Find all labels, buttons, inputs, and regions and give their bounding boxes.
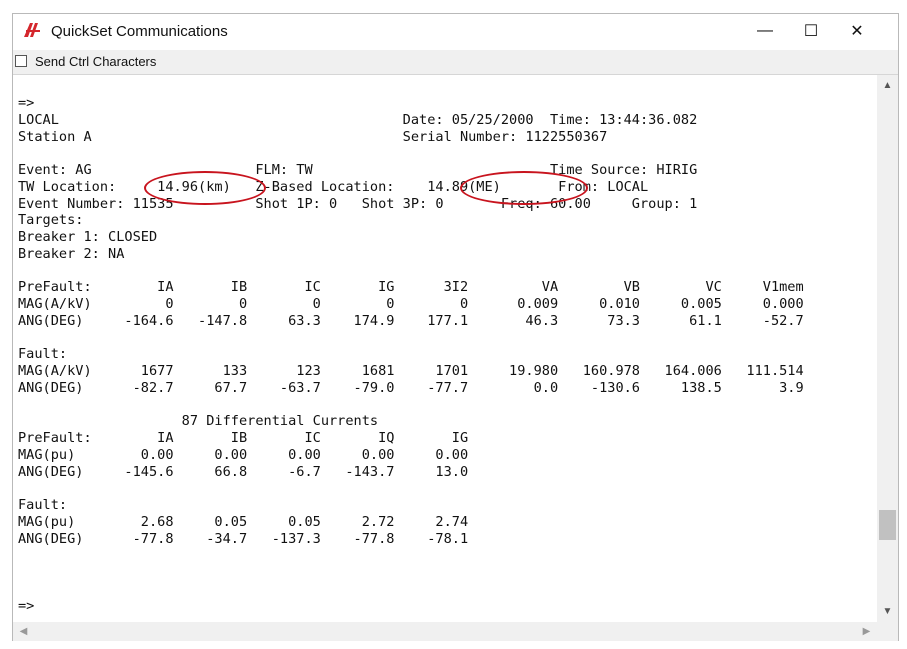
terminal-line: PreFault: IA IB IC IG 3I2 VA VB VC V1mem <box>18 279 804 296</box>
terminal-line: => <box>18 597 35 614</box>
maximize-icon: ☐ <box>803 23 819 40</box>
terminal-line: LOCAL Date: 05/25/2000 Time: 13:44:36.08… <box>18 111 698 128</box>
send-ctrl-label[interactable]: Send Ctrl Characters <box>35 54 156 69</box>
quickset-communications-window: QuickSet Communications — ☐ ✕ Send Ctrl … <box>12 13 899 641</box>
title-bar[interactable]: QuickSet Communications — ☐ ✕ <box>13 14 898 48</box>
terminal-text: => LOCAL Date: 05/25/2000 Time: 13:44:36… <box>18 95 804 614</box>
quickset-app-icon <box>24 23 40 37</box>
terminal-line: Breaker 2: NA <box>18 245 125 262</box>
scroll-right-icon[interactable]: ▶ <box>858 622 875 641</box>
terminal-line: Event: AG FLM: TW Time Source: HIRIG <box>18 162 698 178</box>
terminal-line: Fault: <box>18 497 68 513</box>
terminal-line: MAG(A/kV) 1677 133 123 1681 1701 19.980 … <box>18 363 804 379</box>
terminal-line: MAG(A/kV) 0 0 0 0 0 0.009 0.010 0.005 0.… <box>18 296 804 312</box>
scroll-left-icon[interactable]: ◀ <box>15 622 32 641</box>
terminal-line: Fault: <box>18 346 68 363</box>
terminal-line: ANG(DEG) -145.6 66.8 -6.7 -143.7 13.0 <box>18 463 469 480</box>
send-ctrl-checkbox[interactable] <box>15 55 27 67</box>
minimize-button[interactable]: — <box>742 14 788 48</box>
terminal-line: Breaker 1: CLOSED <box>18 229 158 245</box>
terminal-line: Station A Serial Number: 1122550367 <box>18 128 608 145</box>
terminal-line: => <box>18 95 35 111</box>
scrollbar-corner <box>877 622 898 641</box>
toolbar: Send Ctrl Characters <box>13 50 898 75</box>
terminal-line: MAG(pu) 2.68 0.05 0.05 2.72 2.74 <box>18 513 469 530</box>
minimize-icon: — <box>757 22 773 39</box>
vertical-scrollbar[interactable]: ▲ ▼ <box>877 75 898 622</box>
terminal-line: ANG(DEG) -164.6 -147.8 63.3 174.9 177.1 … <box>18 312 804 329</box>
terminal-output[interactable]: => LOCAL Date: 05/25/2000 Time: 13:44:36… <box>13 75 877 622</box>
terminal-line: ANG(DEG) -82.7 67.7 -63.7 -79.0 -77.7 0.… <box>18 379 804 396</box>
maximize-button[interactable]: ☐ <box>788 14 834 48</box>
terminal-line: Targets: <box>18 212 84 229</box>
close-button[interactable]: ✕ <box>834 14 880 48</box>
terminal-line: PreFault: IA IB IC IQ IG <box>18 430 469 446</box>
scroll-up-icon[interactable]: ▲ <box>877 77 898 94</box>
window-title: QuickSet Communications <box>51 23 228 40</box>
close-icon: ✕ <box>850 23 864 40</box>
terminal-line: Event Number: 11535 Shot 1P: 0 Shot 3P: … <box>18 195 698 212</box>
terminal-line: TW Location: 14.96(km) Z-Based Location:… <box>18 178 649 195</box>
vertical-scroll-thumb[interactable] <box>879 510 896 540</box>
terminal-line: MAG(pu) 0.00 0.00 0.00 0.00 0.00 <box>18 446 469 463</box>
horizontal-scrollbar[interactable]: ◀ ▶ <box>13 622 877 641</box>
terminal-line: ANG(DEG) -77.8 -34.7 -137.3 -77.8 -78.1 <box>18 530 469 547</box>
scroll-down-icon[interactable]: ▼ <box>877 603 898 620</box>
terminal-line: 87 Differential Currents <box>181 413 379 430</box>
